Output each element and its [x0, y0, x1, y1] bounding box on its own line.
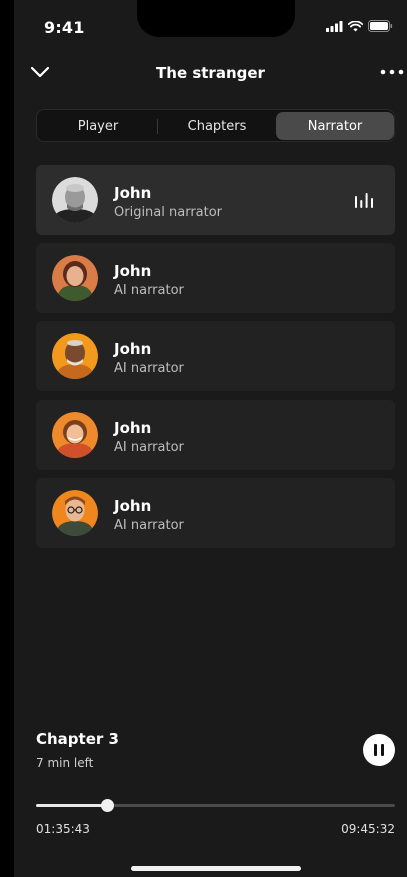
narrator-item-ai-1[interactable]: John AI narrator [36, 243, 395, 313]
portrait-older-man-icon [52, 333, 98, 379]
narrator-type: Original narrator [114, 205, 223, 220]
pause-icon [381, 744, 384, 756]
avatar [52, 490, 98, 536]
narrator-item-original[interactable]: John Original narrator [36, 165, 395, 235]
pause-button[interactable] [363, 734, 395, 766]
app-screen: 9:41 The stranger Player Chapters Narrat… [14, 0, 407, 877]
header: The stranger [14, 56, 407, 90]
current-chapter-title: Chapter 3 [36, 730, 119, 748]
portrait-grayscale-man-icon [52, 177, 98, 223]
tab-player[interactable]: Player [39, 112, 157, 140]
status-bar: 9:41 [14, 0, 407, 50]
status-time: 9:41 [44, 18, 85, 37]
battery-icon [368, 20, 393, 32]
avatar [52, 177, 98, 223]
more-options-icon[interactable] [379, 64, 405, 80]
avatar [52, 255, 98, 301]
equalizer-playing-icon [355, 193, 373, 208]
page-title: The stranger [156, 64, 265, 82]
narrator-type: AI narrator [114, 361, 184, 376]
avatar [52, 333, 98, 379]
progress-thumb[interactable] [101, 799, 115, 812]
narrator-name: John [114, 419, 152, 437]
pause-icon [374, 744, 377, 756]
narrator-item-ai-4[interactable]: John AI narrator [36, 478, 395, 548]
narrator-item-ai-2[interactable]: John AI narrator [36, 321, 395, 391]
wifi-icon [348, 20, 363, 31]
home-indicator [131, 866, 301, 871]
status-icons [326, 20, 393, 32]
narrator-name: John [114, 497, 152, 515]
narrator-type: AI narrator [114, 283, 184, 298]
portrait-woman-brown-hair-icon [52, 255, 98, 301]
narrator-type: AI narrator [114, 440, 184, 455]
total-time: 09:45:32 [341, 822, 395, 836]
tab-chapters[interactable]: Chapters [158, 112, 276, 140]
elapsed-time: 01:35:43 [36, 822, 90, 836]
narrator-type: AI narrator [114, 518, 184, 533]
narrator-item-ai-3[interactable]: John AI narrator [36, 400, 395, 470]
portrait-man-glasses-icon [52, 490, 98, 536]
tab-narrator[interactable]: Narrator [276, 112, 394, 140]
narrator-name: John [114, 184, 152, 202]
avatar [52, 412, 98, 458]
narrator-name: John [114, 262, 152, 280]
time-left: 7 min left [36, 756, 94, 770]
portrait-woman-smiling-icon [52, 412, 98, 458]
cellular-signal-icon [326, 20, 343, 32]
segmented-tabs: Player Chapters Narrator [36, 109, 395, 142]
narrator-name: John [114, 340, 152, 358]
device-notch [137, 0, 295, 37]
playback-progress-slider[interactable] [36, 799, 395, 812]
progress-fill [36, 804, 108, 807]
